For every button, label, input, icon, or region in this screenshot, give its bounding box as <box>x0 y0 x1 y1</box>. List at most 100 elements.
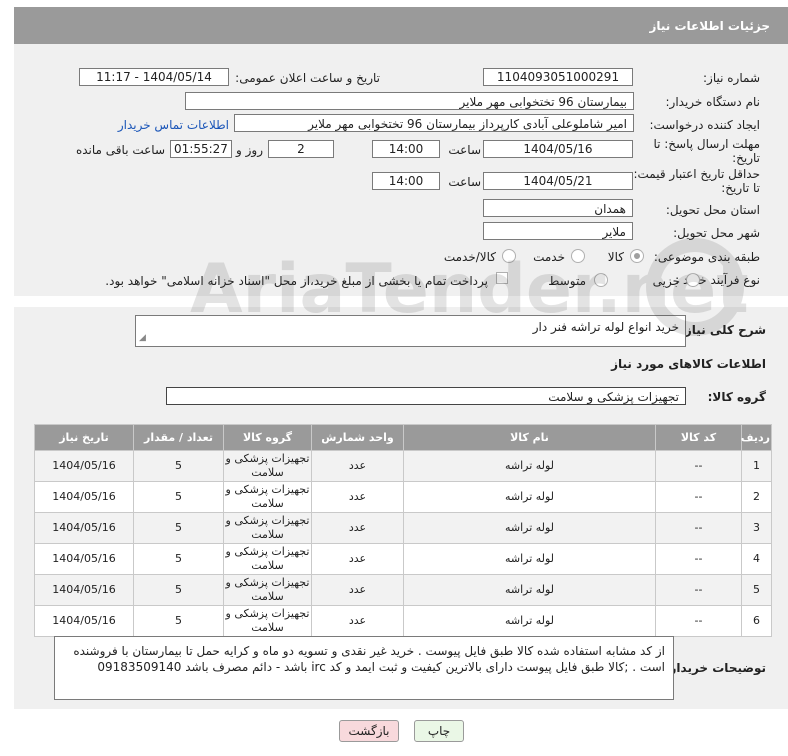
cell-need-date: 1404/05/16 <box>34 605 134 637</box>
need-number-label: شماره نیاز: <box>703 71 760 85</box>
category-radio-service[interactable] <box>571 249 585 263</box>
category-option-goods: کالا <box>607 250 624 264</box>
table-row: 3 -- لوله تراشه عدد تجهیزات پزشکی و سلام… <box>34 512 772 544</box>
cell-goods-group: تجهیزات پزشکی و سلامت <box>223 543 312 575</box>
cell-goods-code: -- <box>655 605 742 637</box>
cell-goods-group: تجهیزات پزشکی و سلامت <box>223 512 312 544</box>
delivery-province-field: همدان <box>483 199 633 217</box>
print-button[interactable]: چاپ <box>414 720 464 742</box>
table-row: 2 -- لوله تراشه عدد تجهیزات پزشکی و سلام… <box>34 481 772 513</box>
cell-need-date: 1404/05/16 <box>34 450 134 482</box>
cell-goods-code: -- <box>655 543 742 575</box>
category-option-service: خدمت <box>533 250 565 264</box>
category-radio-goods[interactable] <box>630 249 644 263</box>
cell-quantity: 5 <box>133 450 224 482</box>
price-time-label: ساعت <box>448 175 481 189</box>
cell-need-date: 1404/05/16 <box>34 512 134 544</box>
col-goods-code: کد کالا <box>655 424 742 451</box>
col-goods-name: نام کالا <box>403 424 656 451</box>
price-validity-date: 1404/05/21 <box>483 172 633 190</box>
buyer-notes-line-1: از کد مشابه استفاده شده کالا طبق فایل پی… <box>73 644 665 658</box>
cell-unit: عدد <box>311 605 404 637</box>
goods-section-title: اطلاعات کالاهای مورد نیاز <box>611 357 766 371</box>
table-row: 6 -- لوله تراشه عدد تجهیزات پزشکی و سلام… <box>34 605 772 637</box>
cell-row-number: 2 <box>741 481 772 513</box>
cell-quantity: 5 <box>133 605 224 637</box>
cell-goods-code: -- <box>655 481 742 513</box>
need-number-field: 1104093051000291 <box>483 68 633 86</box>
process-radio-medium[interactable] <box>594 273 608 287</box>
buyer-notes-field: از کد مشابه استفاده شده کالا طبق فایل پی… <box>54 636 674 700</box>
cell-goods-name: لوله تراشه <box>403 605 656 637</box>
buyer-notes-label: توضیحات خریدار: <box>664 661 766 675</box>
cell-goods-group: تجهیزات پزشکی و سلامت <box>223 605 312 637</box>
cell-quantity: 5 <box>133 543 224 575</box>
category-option-goods-service: کالا/خدمت <box>443 250 496 264</box>
cell-quantity: 5 <box>133 481 224 513</box>
reply-deadline-date: 1404/05/16 <box>483 140 633 158</box>
cell-goods-code: -- <box>655 512 742 544</box>
back-button[interactable]: بازگشت <box>339 720 399 742</box>
cell-unit: عدد <box>311 450 404 482</box>
process-option-medium: متوسط <box>548 274 586 288</box>
cell-goods-name: لوله تراشه <box>403 543 656 575</box>
cell-goods-name: لوله تراشه <box>403 481 656 513</box>
category-radio-goods-service[interactable] <box>502 249 516 263</box>
table-row: 1 -- لوله تراشه عدد تجهیزات پزشکی و سلام… <box>34 450 772 482</box>
remaining-time-field: 01:55:27 <box>170 140 232 158</box>
cell-need-date: 1404/05/16 <box>34 481 134 513</box>
price-validity-label: حداقل تاریخ اعتبار قیمت: تا تاریخ: <box>630 167 760 195</box>
col-row-number: ردیف <box>741 424 772 451</box>
cell-goods-name: لوله تراشه <box>403 512 656 544</box>
goods-group-label: گروه کالا: <box>707 390 766 404</box>
cell-unit: عدد <box>311 481 404 513</box>
buyer-contact-link[interactable]: اطلاعات تماس خریدار <box>118 118 229 132</box>
cell-unit: عدد <box>311 574 404 606</box>
general-desc-label: شرح کلی نیاز: <box>680 323 766 337</box>
price-validity-time: 14:00 <box>372 172 440 190</box>
buyer-org-label: نام دستگاه خریدار: <box>665 95 761 109</box>
cell-goods-group: تجهیزات پزشکی و سلامت <box>223 574 312 606</box>
cell-unit: عدد <box>311 512 404 544</box>
table-row: 5 -- لوله تراشه عدد تجهیزات پزشکی و سلام… <box>34 574 772 606</box>
announce-datetime-field: 1404/05/14 - 11:17 <box>79 68 229 86</box>
cell-row-number: 1 <box>741 450 772 482</box>
treasury-payment-checkbox[interactable] <box>496 272 508 284</box>
buyer-notes-line-2: است . ;کالا طبق فایل پیوست دارای بالاتری… <box>97 660 665 674</box>
cell-goods-code: -- <box>655 574 742 606</box>
cell-row-number: 4 <box>741 543 772 575</box>
col-goods-group: گروه کالا <box>223 424 312 451</box>
cell-goods-group: تجهیزات پزشکی و سلامت <box>223 481 312 513</box>
category-label: طبقه بندی موضوعی: <box>653 250 760 264</box>
goods-group-field: تجهیزات پزشکی و سلامت <box>166 387 686 405</box>
buyer-org-field: بیمارستان 96 تختخوابی مهر ملایر <box>185 92 634 110</box>
announce-datetime-label: تاریخ و ساعت اعلان عمومی: <box>235 71 380 85</box>
delivery-city-field: ملایر <box>483 222 633 240</box>
resize-handle-icon: ◢ <box>139 333 146 343</box>
cell-goods-name: لوله تراشه <box>403 450 656 482</box>
reply-days-label: روز و <box>236 143 263 157</box>
table-header-row: ردیف کد کالا نام کالا واحد شمارش گروه کا… <box>34 424 772 451</box>
cell-goods-group: تجهیزات پزشکی و سلامت <box>223 450 312 482</box>
cell-unit: عدد <box>311 543 404 575</box>
cell-row-number: 5 <box>741 574 772 606</box>
requester-label: ایجاد کننده درخواست: <box>649 118 760 132</box>
cell-need-date: 1404/05/16 <box>34 574 134 606</box>
cell-goods-code: -- <box>655 450 742 482</box>
cell-need-date: 1404/05/16 <box>34 543 134 575</box>
reply-time-label: ساعت <box>448 143 481 157</box>
col-quantity: تعداد / مقدار <box>133 424 224 451</box>
cell-row-number: 3 <box>741 512 772 544</box>
goods-table: ردیف کد کالا نام کالا واحد شمارش گروه کا… <box>34 424 772 637</box>
process-option-minor: جزیی <box>652 274 680 288</box>
price-validity-label-text: حداقل تاریخ اعتبار قیمت: تا تاریخ: <box>633 167 760 195</box>
process-radio-minor[interactable] <box>686 273 700 287</box>
reply-deadline-label: مهلت ارسال پاسخ: تا تاریخ: <box>630 137 760 165</box>
cell-goods-name: لوله تراشه <box>403 574 656 606</box>
col-unit: واحد شمارش <box>311 424 404 451</box>
remaining-time-label: ساعت باقی مانده <box>75 143 165 157</box>
reply-days-field: 2 <box>268 140 334 158</box>
cell-quantity: 5 <box>133 574 224 606</box>
requester-field: امیر شاملوعلی آبادی کارپرداز بیمارستان 9… <box>234 114 634 132</box>
table-row: 4 -- لوله تراشه عدد تجهیزات پزشکی و سلام… <box>34 543 772 575</box>
